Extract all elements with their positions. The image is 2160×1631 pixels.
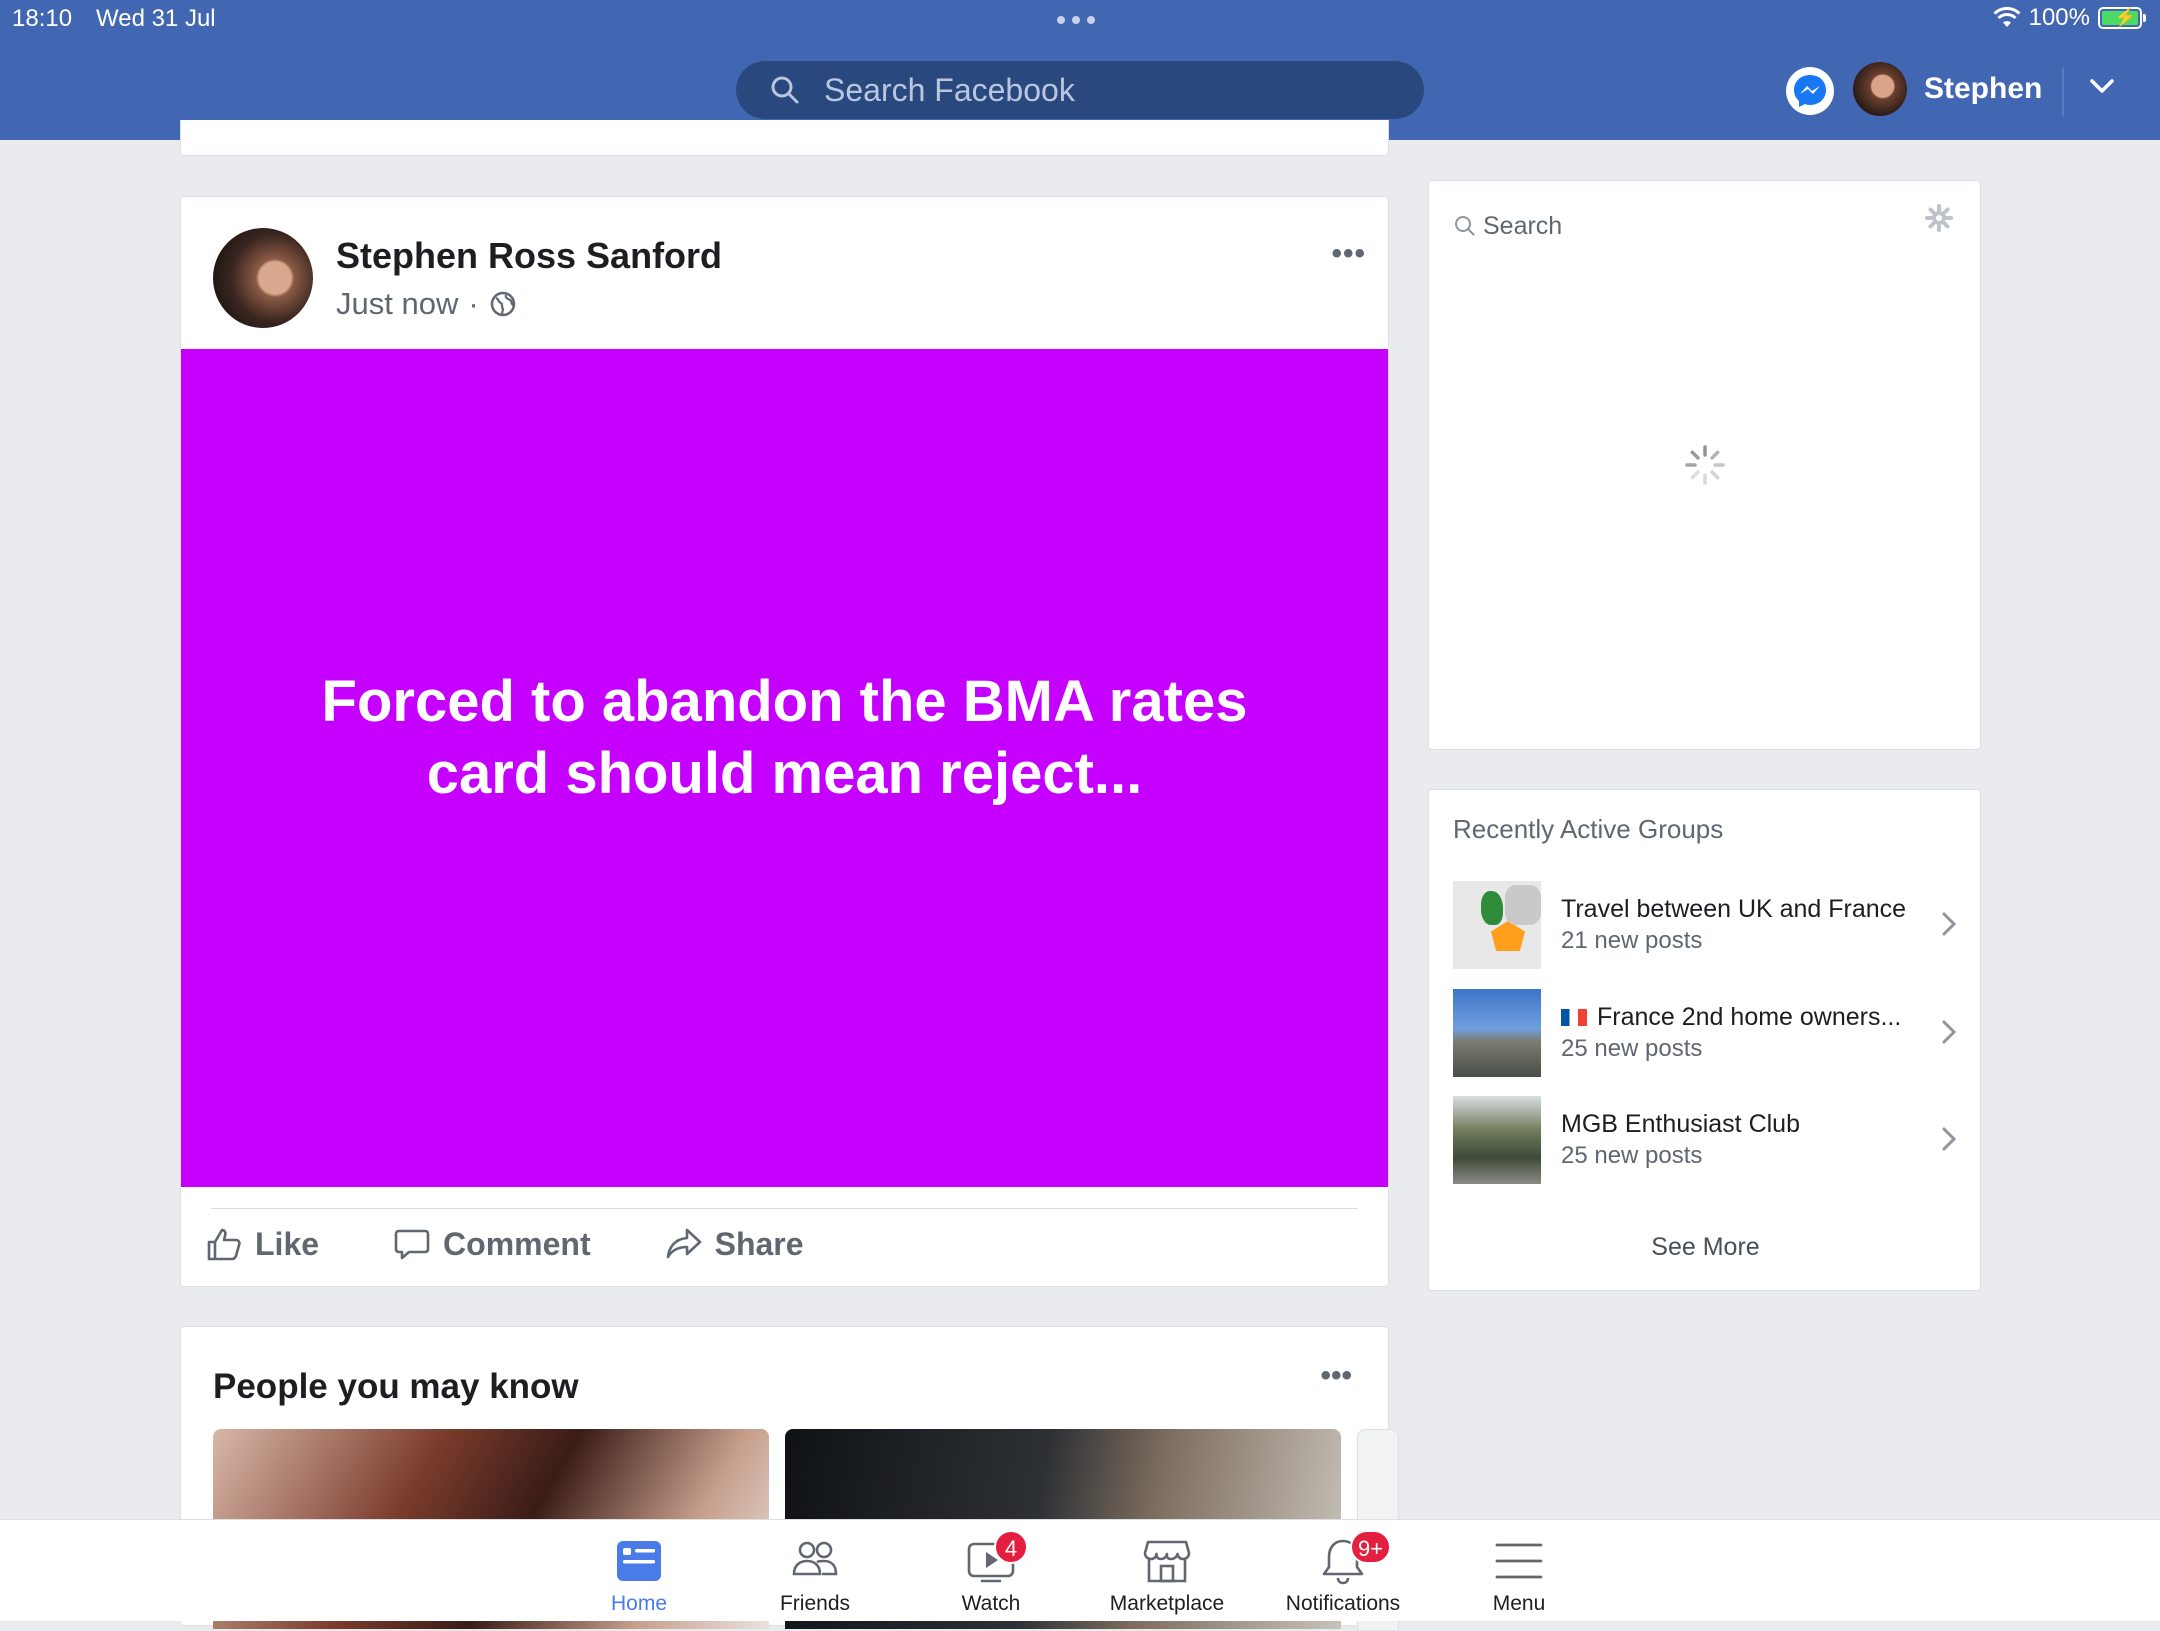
meta-separator: · — [468, 286, 479, 321]
tab-notifications[interactable]: 9+ Notifications — [1258, 1520, 1428, 1621]
tab-label: Watch — [961, 1592, 1021, 1615]
watch-badge: 4 — [994, 1530, 1028, 1564]
loading-spinner-icon — [1685, 445, 1725, 485]
recent-groups-panel: Recently Active Groups Travel between UK… — [1428, 789, 1981, 1291]
group-thumbnail — [1453, 881, 1541, 969]
group-thumbnail — [1453, 989, 1541, 1077]
group-name: MGB Enthusiast Club — [1561, 1110, 1800, 1138]
search-icon — [1455, 216, 1475, 236]
like-label: Like — [255, 1225, 320, 1262]
group-item[interactable]: MGB Enthusiast Club 25 new posts — [1453, 1096, 1959, 1186]
contacts-search-input[interactable]: Search — [1453, 205, 1956, 247]
tab-label: Notifications — [1285, 1592, 1401, 1615]
status-bar: 18:10 Wed 31 Jul 100% ⚡ — [0, 0, 2160, 40]
battery-percent: 100% — [2028, 4, 2090, 31]
group-thumbnail — [1453, 1096, 1541, 1184]
france-flag-icon — [1561, 1009, 1587, 1026]
search-icon — [771, 76, 799, 104]
share-icon — [666, 1228, 701, 1259]
chevron-right-icon — [1942, 1020, 1957, 1044]
pymk-more-options-icon[interactable]: ••• — [1320, 1359, 1352, 1393]
chevron-right-icon — [1942, 912, 1957, 936]
gear-icon[interactable] — [1924, 203, 1954, 233]
tab-marketplace[interactable]: Marketplace — [1082, 1520, 1252, 1621]
search-placeholder: Search Facebook — [824, 71, 1075, 108]
menu-icon — [1495, 1543, 1543, 1579]
status-time: 18:10 — [12, 5, 73, 32]
status-right: 100% ⚡ — [1993, 4, 2146, 32]
contacts-panel: Search — [1428, 180, 1981, 750]
bottom-tab-bar: Home Friends 4 Watch Marketplace 9+ Noti… — [0, 1519, 2160, 1621]
group-new-posts: 25 new posts — [1561, 1142, 1703, 1169]
tab-menu[interactable]: Menu — [1434, 1520, 1604, 1621]
thumbs-up-icon — [207, 1228, 241, 1261]
group-name-text: France 2nd home owners... — [1597, 1003, 1902, 1031]
tab-label: Marketplace — [1109, 1592, 1225, 1615]
header-divider — [2062, 68, 2064, 116]
actions-divider — [211, 1208, 1358, 1209]
group-item[interactable]: Travel between UK and France 21 new post… — [1453, 881, 1959, 971]
post-time[interactable]: Just now — [336, 286, 458, 322]
top-navigation-bar: 18:10 Wed 31 Jul 100% ⚡ Search Facebook … — [0, 0, 2160, 140]
comment-button[interactable]: Comment — [393, 1225, 591, 1263]
group-item[interactable]: France 2nd home owners... 25 new posts — [1453, 989, 1959, 1079]
profile-name[interactable]: Stephen — [1924, 72, 2042, 106]
post-meta: Just now · — [336, 286, 517, 322]
group-new-posts: 21 new posts — [1561, 927, 1703, 954]
notifications-badge: 9+ — [1350, 1530, 1392, 1564]
post-text: Forced to abandon the BMA rates card sho… — [321, 669, 1248, 806]
group-name: France 2nd home owners... — [1561, 1003, 1901, 1032]
like-button[interactable]: Like — [205, 1225, 319, 1263]
globe-icon[interactable] — [489, 290, 517, 318]
share-label: Share — [714, 1225, 804, 1262]
tab-home[interactable]: Home — [554, 1520, 724, 1621]
group-name: Travel between UK and France — [1561, 895, 1907, 923]
multitasking-dots-icon[interactable] — [1057, 16, 1095, 24]
marketplace-icon — [1143, 1540, 1191, 1583]
group-new-posts: 25 new posts — [1561, 1035, 1703, 1062]
groups-title: Recently Active Groups — [1453, 814, 1724, 844]
status-date: Wed 31 Jul — [96, 5, 216, 32]
comment-label: Comment — [443, 1225, 591, 1262]
chevron-right-icon — [1942, 1127, 1957, 1151]
tab-label: Menu — [1492, 1592, 1546, 1615]
feed-post: Stephen Ross Sanford Just now · ••• Forc… — [180, 196, 1389, 1287]
profile-avatar[interactable] — [1853, 62, 1907, 116]
tab-friends[interactable]: Friends — [730, 1520, 900, 1621]
home-icon — [617, 1541, 661, 1581]
friends-icon — [792, 1541, 838, 1576]
share-button[interactable]: Share — [665, 1225, 804, 1263]
post-author[interactable]: Stephen Ross Sanford — [336, 235, 722, 277]
contacts-search-placeholder: Search — [1483, 211, 1563, 240]
tab-watch[interactable]: 4 Watch — [906, 1520, 1076, 1621]
previous-card — [180, 120, 1389, 156]
tab-label: Home — [610, 1592, 668, 1615]
comment-icon — [394, 1229, 430, 1260]
see-more-link[interactable]: See More — [1429, 1233, 1982, 1262]
post-text-background[interactable]: Forced to abandon the BMA rates card sho… — [181, 349, 1388, 1187]
messenger-icon[interactable] — [1786, 67, 1834, 115]
pymk-title: People you may know — [213, 1367, 579, 1406]
tab-label: Friends — [779, 1592, 851, 1615]
post-more-options-icon[interactable]: ••• — [1331, 237, 1366, 271]
post-actions: Like Comment Share — [205, 1225, 878, 1263]
battery-icon: ⚡ — [2098, 7, 2146, 29]
author-avatar[interactable] — [213, 228, 313, 328]
search-input[interactable]: Search Facebook — [736, 61, 1424, 119]
chevron-down-icon[interactable] — [2088, 76, 2116, 96]
wifi-icon — [1993, 7, 2021, 27]
